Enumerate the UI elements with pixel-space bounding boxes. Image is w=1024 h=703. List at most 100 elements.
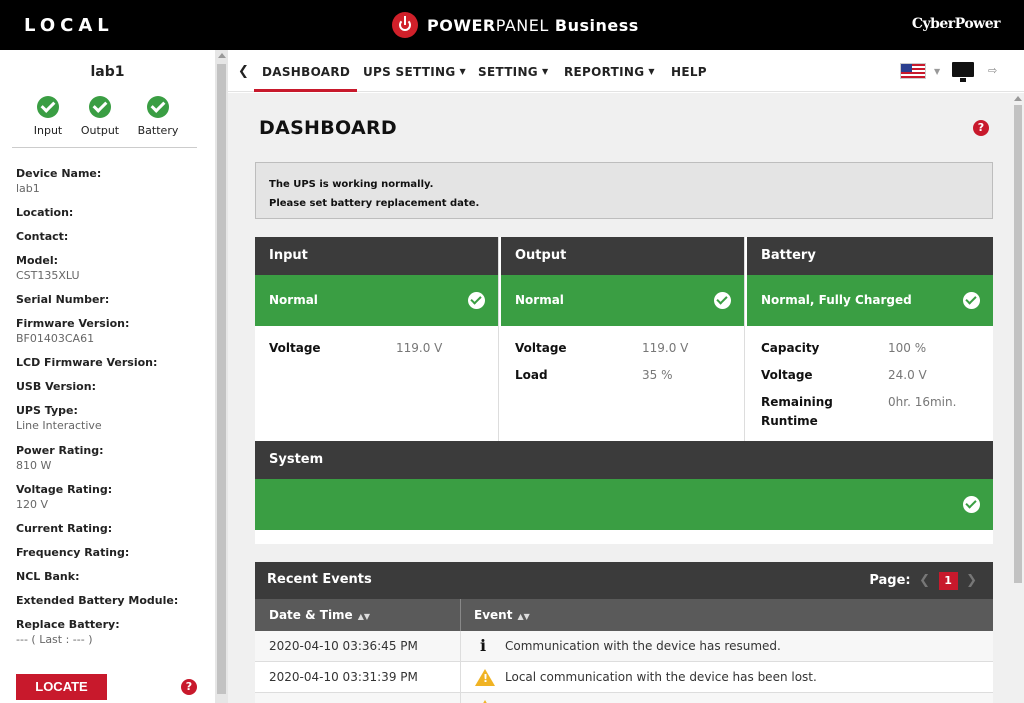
mode-label: LOCAL (24, 15, 114, 36)
check-circle-icon (147, 96, 169, 118)
input-status-label: Input (33, 124, 63, 137)
top-bar: LOCAL POWERPANEL Business CyberPower (0, 0, 1024, 50)
field-usb-version: USB Version: (16, 380, 96, 393)
output-status: Output (70, 96, 130, 137)
device-title: lab1 (90, 64, 125, 80)
field-location: Location: (16, 206, 74, 219)
col-date-time[interactable]: Date & Time ▲▼ (269, 608, 370, 622)
events-column-headers: Date & Time ▲▼ Event ▲▼ (255, 599, 993, 631)
events-header: Recent Events Page: ❮ 1 ❯ (255, 562, 993, 599)
check-circle-icon (89, 96, 111, 118)
input-status: Input (18, 96, 78, 137)
battery-status-label: Battery (137, 124, 179, 137)
help-icon[interactable]: ? (181, 679, 197, 695)
field-device-name: Device Name: lab1 (16, 167, 102, 195)
status-panels: Input Normal Voltage 119.0 V Output Norm… (255, 237, 993, 544)
field-firmware-version: Firmware Version: BF01403CA61 (16, 317, 130, 345)
field-replace-battery: Replace Battery: --- ( Last : --- ) (16, 618, 120, 646)
table-row (255, 693, 993, 703)
table-row: 2020-04-10 03:36:45 PM i Communication w… (255, 631, 993, 662)
page-title: DASHBOARD (259, 117, 397, 139)
pager: Page: ❮ 1 ❯ (869, 572, 981, 590)
battery-heading: Battery (747, 237, 993, 275)
notice-line: The UPS is working normally. (269, 179, 434, 190)
dashboard-main: DASHBOARD ? The UPS is working normally.… (228, 93, 1012, 703)
sort-icon: ▲▼ (357, 612, 371, 621)
field-ncl-bank: NCL Bank: (16, 570, 80, 583)
chevron-down-icon: ▼ (541, 67, 549, 76)
page-label: Page: (869, 573, 911, 588)
system-heading: System (255, 441, 993, 479)
us-flag-icon[interactable] (900, 63, 926, 79)
output-panel: Output Normal Voltage 119.0 V Load 35 % (501, 237, 745, 441)
scrollbar-thumb[interactable] (1014, 105, 1022, 583)
check-circle-icon (714, 292, 731, 309)
scrollbar-thumb[interactable] (217, 64, 226, 694)
field-ups-type: UPS Type: Line Interactive (16, 404, 102, 432)
field-lcd-firmware-version: LCD Firmware Version: (16, 356, 158, 369)
notice-line: Please set battery replacement date. (269, 198, 480, 209)
sidebar-scrollbar[interactable] (215, 50, 228, 703)
field-frequency-rating: Frequency Rating: (16, 546, 130, 559)
input-status-bar: Normal (255, 275, 498, 326)
input-panel: Input Normal Voltage 119.0 V (255, 237, 499, 441)
logout-icon[interactable]: ⇨ (988, 64, 997, 77)
field-extended-battery-module: Extended Battery Module: (16, 594, 179, 607)
check-circle-icon (963, 496, 980, 513)
recent-events: Recent Events Page: ❮ 1 ❯ Date & Time ▲▼ … (255, 562, 993, 703)
next-page-icon[interactable]: ❯ (966, 573, 977, 588)
active-tab-indicator (254, 89, 357, 92)
language-dropdown-icon[interactable]: ▼ (934, 67, 940, 76)
brand: POWERPANEL Business (392, 11, 639, 39)
battery-status-bar: Normal, Fully Charged (747, 275, 993, 326)
device-sidebar: lab1 Input Output Battery Device Name: l… (0, 50, 215, 703)
scroll-up-icon[interactable] (1014, 96, 1022, 101)
locate-button[interactable]: LOCATE (16, 674, 107, 700)
col-event[interactable]: Event ▲▼ (474, 608, 530, 622)
brand-business: Business (554, 15, 639, 35)
back-chevron-icon[interactable]: ❮ (238, 64, 249, 79)
check-circle-icon (468, 292, 485, 309)
info-icon: i (479, 636, 487, 655)
field-model: Model: CST135XLU (16, 254, 80, 282)
status-notice: The UPS is working normally. Please set … (255, 162, 993, 219)
sort-icon: ▲▼ (517, 612, 530, 621)
field-voltage-rating: Voltage Rating: 120 V (16, 483, 113, 511)
nav-setting[interactable]: SETTING ▼ (478, 65, 548, 79)
field-current-rating: Current Rating: (16, 522, 113, 535)
events-rows: 2020-04-10 03:36:45 PM i Communication w… (255, 631, 993, 703)
table-row: 2020-04-10 03:31:39 PM Local communicati… (255, 662, 993, 693)
page-number[interactable]: 1 (938, 572, 958, 590)
field-power-rating: Power Rating: 810 W (16, 444, 104, 472)
nav-ups-setting[interactable]: UPS SETTING ▼ (363, 65, 466, 79)
input-heading: Input (255, 237, 498, 275)
vendor-logo: CyberPower (911, 16, 1001, 32)
brand-panel: PANEL (495, 15, 549, 35)
brand-power: POWER (427, 15, 496, 35)
divider (12, 147, 197, 148)
check-circle-icon (963, 292, 980, 309)
warning-icon (475, 669, 495, 686)
battery-status: Battery (128, 96, 188, 137)
nav-reporting[interactable]: REPORTING ▼ (564, 65, 655, 79)
field-contact: Contact: (16, 230, 69, 243)
monitor-icon[interactable] (952, 62, 974, 82)
battery-panel: Battery Normal, Fully Charged Capacity 1… (747, 237, 993, 441)
chevron-down-icon: ▼ (648, 67, 655, 76)
output-status-label: Output (80, 124, 120, 137)
main-nav: ❮ DASHBOARD UPS SETTING ▼ SETTING ▼ REPORT… (228, 50, 1024, 92)
nav-help[interactable]: HELP (671, 65, 707, 79)
events-heading: Recent Events (267, 572, 372, 587)
system-status-bar (255, 479, 993, 530)
help-icon[interactable]: ? (973, 120, 989, 136)
prev-page-icon[interactable]: ❮ (919, 573, 930, 588)
main-scrollbar[interactable] (1012, 93, 1024, 703)
scroll-up-icon[interactable] (218, 53, 226, 58)
nav-dashboard[interactable]: DASHBOARD (262, 65, 350, 79)
chevron-down-icon: ▼ (459, 67, 466, 76)
power-logo-icon (392, 12, 418, 38)
output-status-bar: Normal (501, 275, 744, 326)
check-circle-icon (37, 96, 59, 118)
output-heading: Output (501, 237, 744, 275)
field-serial-number: Serial Number: (16, 293, 110, 306)
